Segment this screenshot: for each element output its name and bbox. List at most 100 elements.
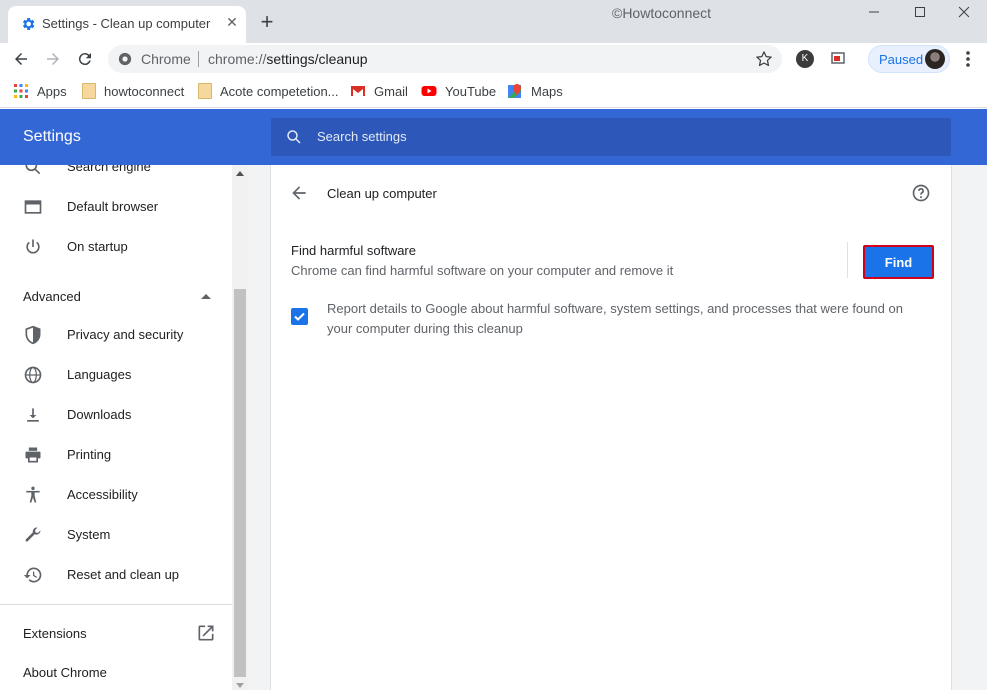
forward-button[interactable] xyxy=(41,47,65,71)
maximize-button[interactable] xyxy=(897,0,943,28)
profile-paused-button[interactable]: Paused xyxy=(868,45,950,73)
sidebar-item-on-startup[interactable]: On startup xyxy=(0,227,232,267)
settings-main: Clean up computer Find harmful software … xyxy=(248,165,987,690)
bookmark-youtube[interactable]: YouTube xyxy=(421,82,496,100)
bookmark-label: Acote competetion... xyxy=(220,83,339,99)
title-bar: Settings - Clean up computer ✕ + ©Howtoc… xyxy=(0,0,987,43)
sidebar-item-label: Languages xyxy=(67,367,132,382)
report-details-label: Report details to Google about harmful s… xyxy=(327,301,903,336)
find-button[interactable]: Find xyxy=(863,245,934,279)
bookmark-star-icon[interactable] xyxy=(754,49,774,69)
omnibox-chrome-label: Chrome xyxy=(141,51,191,67)
folder-icon xyxy=(82,83,96,99)
search-icon xyxy=(287,130,301,144)
extension-cast-icon[interactable] xyxy=(828,49,848,69)
sidebar-item-extensions[interactable]: Extensions xyxy=(23,626,87,641)
bookmark-label: howtoconnect xyxy=(104,83,185,99)
sidebar-scrollbar[interactable] xyxy=(232,165,248,690)
avatar xyxy=(925,49,945,69)
search-input[interactable]: Search settings xyxy=(271,118,951,156)
browser-tab[interactable]: Settings - Clean up computer ✕ xyxy=(8,6,246,43)
minimize-icon xyxy=(869,11,879,13)
url-path: settings/cleanup xyxy=(266,51,368,67)
sidebar-item-printing[interactable]: Printing xyxy=(0,435,232,475)
bookmark-maps[interactable]: Maps xyxy=(507,82,563,100)
url-prefix: chrome:// xyxy=(208,51,267,67)
sidebar-divider xyxy=(0,604,232,605)
sidebar-item-label: Search engine xyxy=(67,165,151,174)
bookmark-gmail[interactable]: Gmail xyxy=(350,82,408,100)
minimize-button[interactable] xyxy=(851,0,897,28)
bookmarks-bar: Apps howtoconnect Acote competetion... G… xyxy=(0,75,987,108)
more-menu-icon[interactable] xyxy=(958,49,978,69)
settings-sidebar: Search engine Default browser On startup… xyxy=(0,165,248,690)
help-icon[interactable] xyxy=(911,183,931,203)
sidebar-item-label: Accessibility xyxy=(67,487,138,502)
back-arrow-icon[interactable] xyxy=(289,183,309,203)
tab-close-icon[interactable]: ✕ xyxy=(224,14,240,30)
sidebar-item-label: Downloads xyxy=(67,407,132,422)
report-details-checkbox[interactable] xyxy=(291,308,308,325)
bookmark-label: YouTube xyxy=(445,83,497,99)
bookmark-label: Gmail xyxy=(374,83,408,99)
browser-icon xyxy=(24,200,42,214)
gmail-icon xyxy=(351,86,365,96)
close-window-button[interactable] xyxy=(941,0,987,28)
row-separator xyxy=(847,242,848,278)
reload-button[interactable] xyxy=(73,47,97,71)
chrome-page-icon xyxy=(118,52,132,66)
tab-title: Settings - Clean up computer xyxy=(42,16,211,31)
scroll-thumb[interactable] xyxy=(234,289,246,677)
advanced-section-toggle[interactable]: Advanced xyxy=(23,289,81,304)
apps-grid-icon xyxy=(14,84,28,98)
maximize-icon xyxy=(915,7,925,17)
bookmark-label: Maps xyxy=(531,83,563,99)
sidebar-item-default-browser[interactable]: Default browser xyxy=(0,187,232,227)
profile-status: Paused xyxy=(879,52,924,67)
browser-toolbar: Chrome chrome://settings/cleanup K Pause… xyxy=(0,43,987,75)
sidebar-item-label: On startup xyxy=(67,239,128,254)
subpage-title: Clean up computer xyxy=(327,186,437,201)
bookmark-howtoconnect[interactable]: howtoconnect xyxy=(82,82,184,100)
sidebar-item-accessibility[interactable]: Accessibility xyxy=(0,475,232,515)
address-bar[interactable]: Chrome chrome://settings/cleanup xyxy=(108,45,782,73)
sidebar-item-reset-cleanup[interactable]: Reset and clean up xyxy=(0,555,232,595)
caret-up-icon[interactable] xyxy=(200,291,212,301)
sidebar-item-system[interactable]: System xyxy=(0,515,232,555)
sidebar-item-label: Printing xyxy=(67,447,112,462)
folder-icon xyxy=(198,83,212,99)
bookmark-apps[interactable]: Apps xyxy=(13,82,67,100)
bookmark-acote[interactable]: Acote competetion... xyxy=(198,82,339,100)
back-button[interactable] xyxy=(9,47,33,71)
forward-arrow-icon xyxy=(47,53,59,65)
sidebar-item-label: Privacy and security xyxy=(67,327,184,342)
sidebar-item-languages[interactable]: Languages xyxy=(0,355,232,395)
back-arrow-icon xyxy=(15,53,27,65)
sidebar-item-label: System xyxy=(67,527,111,542)
globe-icon xyxy=(24,366,42,384)
power-icon xyxy=(26,239,40,254)
sidebar-item-privacy[interactable]: Privacy and security xyxy=(0,315,232,355)
sidebar-item-search-engine[interactable]: Search engine xyxy=(0,165,232,187)
settings-header: Settings Search settings xyxy=(0,109,987,165)
extension-k-icon[interactable]: K xyxy=(796,50,814,68)
restore-icon xyxy=(23,567,42,583)
omnibox-separator xyxy=(198,51,199,67)
accessibility-icon xyxy=(26,486,40,503)
youtube-icon xyxy=(421,86,437,96)
search-placeholder: Search settings xyxy=(317,129,407,144)
maps-icon xyxy=(508,84,521,98)
new-tab-button[interactable]: + xyxy=(256,11,278,33)
sidebar-item-about-chrome[interactable]: About Chrome xyxy=(23,665,107,680)
cleanup-card: Clean up computer Find harmful software … xyxy=(270,165,952,690)
reload-icon xyxy=(78,53,91,66)
sidebar-item-label: Default browser xyxy=(67,199,159,214)
sidebar-item-downloads[interactable]: Downloads xyxy=(0,395,232,435)
watermark-text: ©Howtoconnect xyxy=(612,5,712,21)
close-icon xyxy=(958,6,970,18)
omnibox-url[interactable]: chrome://settings/cleanup xyxy=(208,51,368,67)
printer-icon xyxy=(25,447,41,463)
scroll-down-arrow[interactable] xyxy=(236,683,244,688)
scroll-up-arrow[interactable] xyxy=(236,171,244,176)
open-in-new-icon[interactable] xyxy=(196,623,216,643)
